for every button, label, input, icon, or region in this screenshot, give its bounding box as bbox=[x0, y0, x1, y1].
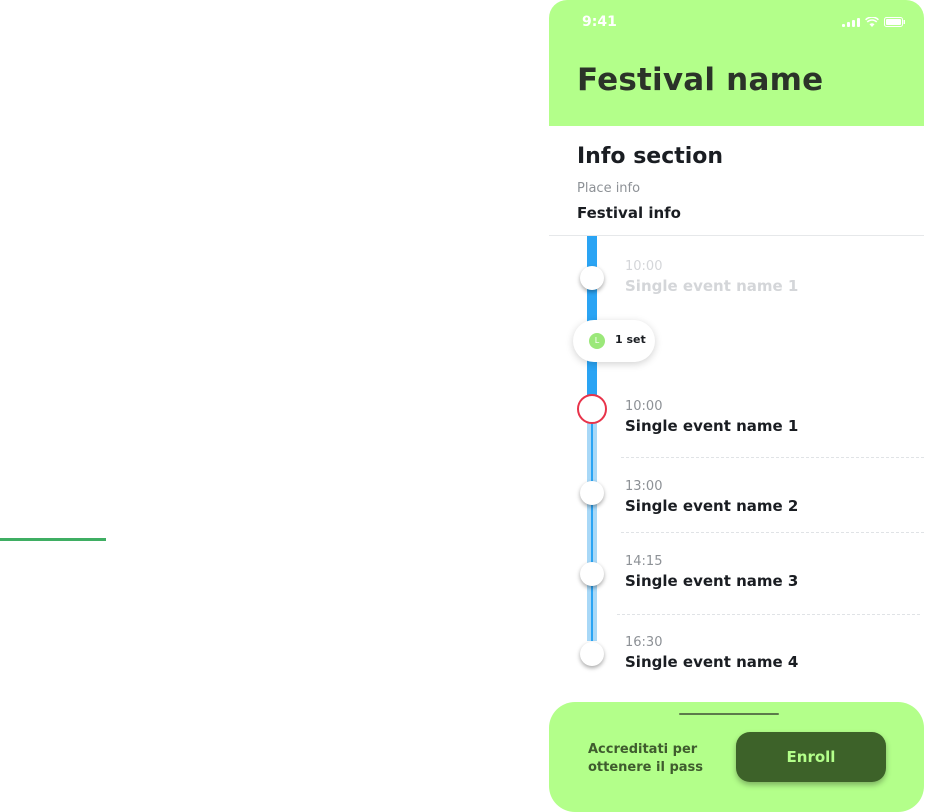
place-info: Place info bbox=[577, 181, 641, 196]
timeline-track-past bbox=[587, 236, 597, 398]
wifi-icon bbox=[865, 17, 879, 27]
phone-screen: 9:41 Festival name Info section Place in… bbox=[549, 0, 924, 812]
festival-info: Festival info bbox=[577, 204, 681, 222]
current-event-ring bbox=[577, 394, 607, 424]
status-time: 9:41 bbox=[582, 14, 617, 30]
event-time: 14:15 bbox=[625, 554, 663, 569]
event-name: Single event name 4 bbox=[625, 653, 799, 671]
enroll-button[interactable]: Enroll bbox=[736, 732, 886, 782]
info-section-title: Info section bbox=[577, 144, 724, 169]
timeline-dot bbox=[580, 562, 604, 586]
set-icon: L bbox=[589, 333, 605, 349]
event-name: Single event name 1 bbox=[625, 277, 799, 295]
event-time: 10:00 bbox=[625, 399, 663, 414]
timeline-dot bbox=[580, 266, 604, 290]
info-section: Info section Place info Festival info bbox=[549, 126, 924, 236]
bottom-sheet: Accreditati per ottenere il pass Enroll bbox=[549, 702, 924, 812]
set-label: 1 set bbox=[615, 333, 646, 346]
signal-icon bbox=[842, 17, 860, 27]
enroll-hint-text: Accreditati per ottenere il pass bbox=[588, 742, 703, 775]
header: 9:41 Festival name bbox=[549, 0, 924, 126]
event-time: 13:00 bbox=[625, 479, 663, 494]
event-separator bbox=[621, 532, 924, 533]
page-title: Festival name bbox=[577, 62, 824, 98]
event-separator bbox=[621, 457, 924, 458]
event-name: Single event name 1 bbox=[625, 417, 799, 435]
set-pill[interactable]: L 1 set bbox=[573, 320, 655, 362]
status-icons bbox=[842, 17, 906, 27]
event-name: Single event name 3 bbox=[625, 572, 799, 590]
timeline-dot bbox=[580, 642, 604, 666]
sheet-handle[interactable] bbox=[679, 713, 779, 715]
event-time: 10:00 bbox=[625, 259, 663, 274]
event-name: Single event name 2 bbox=[625, 497, 799, 515]
battery-icon bbox=[884, 17, 906, 27]
event-separator bbox=[617, 614, 920, 615]
decorative-divider-line bbox=[0, 538, 106, 541]
event-time: 16:30 bbox=[625, 635, 663, 650]
timeline-track-upcoming bbox=[587, 398, 597, 641]
timeline-dot bbox=[580, 481, 604, 505]
